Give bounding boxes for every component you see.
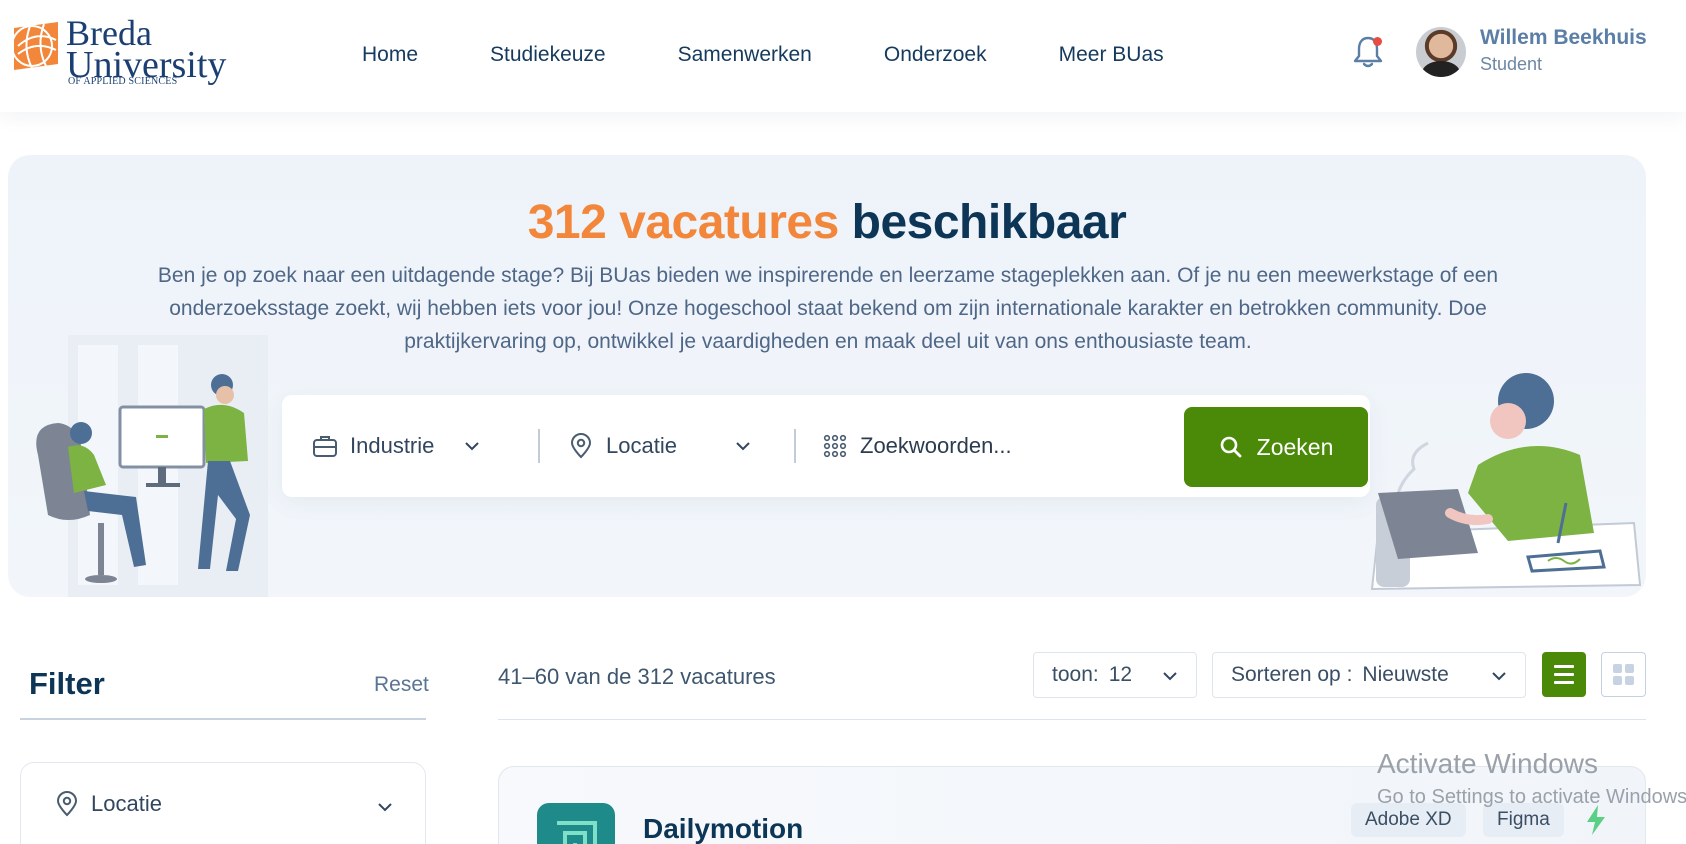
hero-title-count: 312 vacatures [527, 196, 840, 249]
avatar-shirt [1422, 61, 1460, 77]
maze-logo-icon [557, 821, 597, 844]
sort-label: Sorteren op : [1231, 663, 1353, 686]
grid-icon-cell [1625, 676, 1634, 685]
search-button-label: Zoeken [1256, 433, 1334, 460]
logo-tagline: OF APPLIED SCIENCES [68, 76, 178, 87]
filter-location-row: Locatie [55, 791, 162, 817]
search-button[interactable]: Zoeken [1184, 407, 1368, 487]
list-icon-line [1554, 665, 1574, 668]
page-size-value: 12 [1108, 663, 1133, 686]
chevron-down-icon [1163, 672, 1177, 681]
grid-icon-cell [1613, 676, 1622, 685]
company-logo [537, 803, 615, 844]
logo-wordmark: Breda University [66, 15, 226, 84]
results-divider [498, 719, 1646, 720]
globe-logo-icon [11, 22, 58, 70]
chevron-down-icon [465, 442, 480, 451]
chevron-down-icon [378, 803, 392, 812]
nav-onderzoek[interactable]: Onderzoek [884, 43, 987, 67]
page-size-label: toon: [1052, 663, 1099, 686]
avatar[interactable] [1416, 27, 1466, 77]
grid-icon-cell [1625, 664, 1634, 673]
industry-dropdown[interactable]: Industrie [312, 395, 480, 497]
location-dropdown[interactable]: Locatie [568, 395, 751, 497]
keyword-search-field[interactable]: Zoekwoorden... [822, 395, 1162, 497]
company-name[interactable]: Dailymotion [643, 813, 803, 844]
notifications-button[interactable] [1352, 34, 1384, 70]
search-bar: Industrie Locatie Zoekwoorden... Zoeken [282, 395, 1370, 497]
keyword-placeholder: Zoekwoorden... [860, 433, 1012, 458]
list-view-button[interactable] [1542, 652, 1586, 697]
hero-title-rest: beschikbaar [851, 196, 1127, 249]
grid-view-button[interactable] [1601, 652, 1646, 697]
office-people-illustration [36, 335, 268, 597]
grid-dots-icon [823, 434, 847, 458]
lightning-icon [1587, 805, 1605, 835]
results-count: 41–60 van de 312 vacatures [498, 664, 776, 689]
briefcase-icon [313, 436, 337, 457]
filter-location-label: Locatie [91, 791, 162, 816]
list-icon-line [1554, 681, 1574, 684]
buas-logo[interactable]: Breda University OF APPLIED SCIENCES [10, 15, 226, 87]
hero-banner: 312 vacatures beschikbaar Ben je op zoek… [8, 155, 1646, 597]
divider [794, 429, 796, 463]
filter-title: Filter [29, 666, 105, 701]
chevron-down-icon [1492, 672, 1506, 681]
divider [538, 429, 540, 463]
page-size-select[interactable]: toon: 12 [1033, 652, 1197, 698]
chevron-down-icon [736, 442, 750, 451]
user-role: Student [1480, 54, 1543, 74]
hero-description: Ben je op zoek naar een uitdagende stage… [157, 264, 1499, 353]
site-header: Breda University OF APPLIED SCIENCES Hom… [0, 0, 1686, 112]
nav-studiekeuze[interactable]: Studiekeuze [490, 43, 606, 67]
nav-samenwerken[interactable]: Samenwerken [678, 43, 812, 67]
notification-dot [1373, 37, 1382, 46]
grid-icon-cell [1613, 664, 1622, 673]
map-pin-icon [570, 433, 592, 459]
sort-value: Nieuwste [1362, 663, 1449, 686]
location-label: Locatie [606, 433, 677, 458]
sort-select[interactable]: Sorteren op : Nieuwste [1212, 652, 1526, 698]
map-pin-icon [56, 791, 78, 817]
designer-illustration [1370, 373, 1642, 591]
nav-meer-buas[interactable]: Meer BUas [1059, 43, 1164, 67]
list-icon-line [1554, 673, 1574, 676]
search-icon [1220, 436, 1242, 458]
filter-divider [20, 718, 426, 720]
filter-reset-link[interactable]: Reset [374, 673, 429, 697]
skill-tag: Adobe XD [1351, 803, 1466, 837]
filter-location-accordion[interactable]: Locatie [20, 762, 426, 844]
industry-label: Industrie [350, 433, 435, 458]
vacancy-card[interactable]: Dailymotion Adobe XD Figma [498, 766, 1646, 844]
nav-home[interactable]: Home [362, 43, 418, 67]
hero-title: 312 vacatures beschikbaar [8, 195, 1646, 250]
user-name[interactable]: Willem Beekhuis [1480, 26, 1647, 50]
skill-tag: Figma [1483, 803, 1564, 837]
main-nav: Home Studiekeuze Samenwerken Onderzoek M… [362, 0, 1236, 110]
